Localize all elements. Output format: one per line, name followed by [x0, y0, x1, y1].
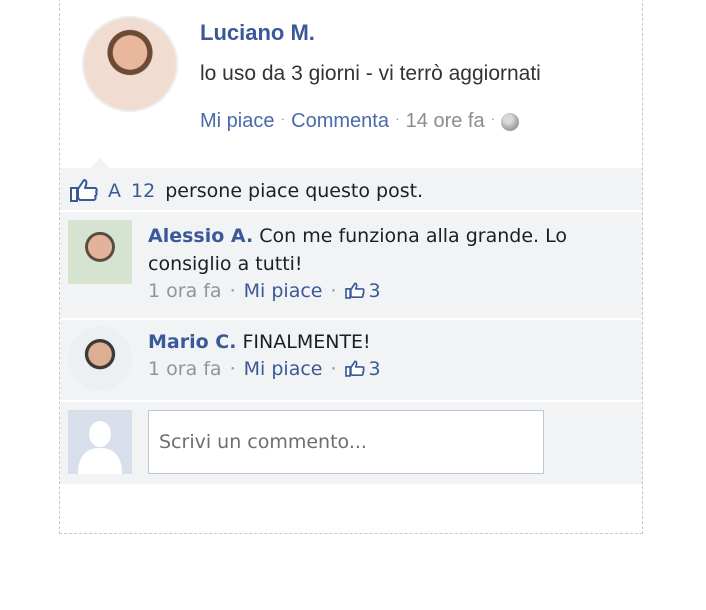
separator-dot: ·: [330, 280, 337, 302]
likes-suffix: persone piace questo post.: [165, 180, 424, 202]
comment-meta: 1 ora fa · Mi piace · 3: [148, 280, 381, 302]
current-user-avatar: [68, 410, 132, 474]
comment-author[interactable]: Alessio A.: [148, 225, 253, 247]
post-actions: Mi piace · Commenta · 14 ore fa ·: [200, 109, 520, 133]
thumbs-up-icon: [344, 282, 365, 299]
post-text: lo uso da 3 giorni - vi terrò aggiornati: [200, 62, 541, 85]
comment-avatar[interactable]: [68, 220, 132, 284]
thumbs-up-icon: [70, 179, 98, 202]
separator-dot: ·: [394, 109, 400, 126]
comment-author[interactable]: Mario C.: [148, 331, 236, 353]
comment-like-link[interactable]: Mi piace: [244, 280, 323, 302]
separator-dot: ·: [229, 280, 236, 302]
comment-like-count[interactable]: 3: [344, 358, 381, 380]
likes-count[interactable]: 12: [131, 180, 155, 202]
like-count-value: 3: [368, 280, 381, 302]
like-link[interactable]: Mi piace: [200, 110, 274, 133]
panel-notch: [90, 158, 110, 168]
likes-summary: A 12 persone piace questo post.: [70, 178, 423, 204]
globe-icon: [501, 112, 520, 131]
comment-like-count[interactable]: 3: [344, 280, 381, 302]
comment-input[interactable]: [148, 410, 544, 474]
comment-text: FINALMENTE!: [242, 331, 371, 353]
separator-dot: ·: [330, 358, 337, 380]
like-count-value: 3: [368, 358, 381, 380]
divider: [60, 400, 642, 402]
likes-prefix: A: [108, 180, 121, 202]
comment-like-link[interactable]: Mi piace: [244, 358, 323, 380]
post-author-name[interactable]: Luciano M.: [200, 20, 315, 46]
comment-time[interactable]: 1 ora fa: [148, 280, 222, 302]
separator-dot: ·: [229, 358, 236, 380]
comment-time[interactable]: 1 ora fa: [148, 358, 222, 380]
comment-body: Mario C. FINALMENTE!: [148, 328, 628, 356]
thumbs-up-icon: [344, 360, 365, 377]
comment-link[interactable]: Commenta: [291, 110, 389, 133]
divider: [60, 210, 642, 212]
default-user-icon: [68, 410, 132, 474]
comment-avatar[interactable]: [68, 326, 132, 390]
author-avatar[interactable]: [82, 16, 178, 112]
divider: [60, 318, 642, 320]
comment-meta: 1 ora fa · Mi piace · 3: [148, 358, 381, 380]
comment-body: Alessio A. Con me funziona alla grande. …: [148, 222, 628, 278]
separator-dot: ·: [280, 109, 286, 126]
separator-dot: ·: [490, 109, 496, 126]
post-time[interactable]: 14 ore fa: [406, 110, 485, 133]
